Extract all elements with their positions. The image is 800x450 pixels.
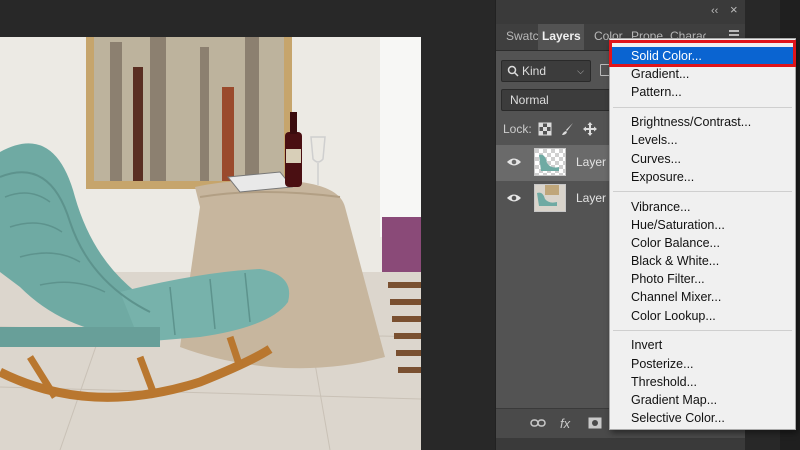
menu-item-color-lookup[interactable]: Color Lookup...	[610, 307, 795, 325]
eye-visibility-icon[interactable]	[506, 192, 522, 204]
filter-kind-dropdown[interactable]: Kind ⌵	[501, 60, 591, 82]
menu-separator	[613, 107, 792, 108]
blend-mode-value: Normal	[510, 93, 549, 107]
tab-layers[interactable]: Layers	[538, 24, 584, 50]
menu-item-posterize[interactable]: Posterize...	[610, 355, 795, 373]
menu-item-solid-color[interactable]: Solid Color...	[610, 47, 795, 65]
layer-thumbnail	[534, 148, 566, 176]
menu-item-gradient-map[interactable]: Gradient Map...	[610, 391, 795, 409]
filter-kind-label: Kind	[522, 64, 547, 78]
menu-item-selective-color[interactable]: Selective Color...	[610, 409, 795, 427]
lock-pixels-brush-icon[interactable]	[561, 122, 575, 136]
link-layers-icon[interactable]	[530, 418, 546, 428]
menu-item-invert[interactable]: Invert	[610, 336, 795, 354]
menu-item-hue-saturation[interactable]: Hue/Saturation...	[610, 216, 795, 234]
menu-item-threshold[interactable]: Threshold...	[610, 373, 795, 391]
tab-swatches[interactable]: Swatc	[502, 24, 538, 50]
collapse-panel-icon[interactable]: ‹‹	[711, 5, 718, 17]
close-panel-icon[interactable]: ×	[730, 3, 738, 16]
menu-item-pattern[interactable]: Pattern...	[610, 83, 795, 101]
menu-item-vibrance[interactable]: Vibrance...	[610, 198, 795, 216]
layer-thumbnail	[534, 184, 566, 212]
canvas-photo	[0, 37, 421, 450]
adjustment-layer-menu: Solid Color... Gradient... Pattern... Br…	[609, 38, 796, 430]
lock-transparency-icon[interactable]	[538, 122, 552, 136]
menu-item-curves[interactable]: Curves...	[610, 150, 795, 168]
eye-visibility-icon[interactable]	[506, 156, 522, 168]
panel-title-bar: ‹‹ ×	[496, 0, 745, 24]
blend-mode-dropdown[interactable]: Normal	[501, 89, 613, 111]
document-canvas[interactable]	[0, 0, 495, 450]
menu-item-channel-mixer[interactable]: Channel Mixer...	[610, 288, 795, 306]
menu-item-color-balance[interactable]: Color Balance...	[610, 234, 795, 252]
lock-label: Lock:	[503, 122, 532, 136]
menu-item-levels[interactable]: Levels...	[610, 131, 795, 149]
menu-item-brightness-contrast[interactable]: Brightness/Contrast...	[610, 113, 795, 131]
menu-item-exposure[interactable]: Exposure...	[610, 168, 795, 186]
menu-item-gradient[interactable]: Gradient...	[610, 65, 795, 83]
fx-icon[interactable]: fx	[560, 416, 570, 431]
lock-position-move-icon[interactable]	[583, 122, 597, 136]
search-icon	[507, 65, 519, 77]
menu-separator	[613, 330, 792, 331]
chevron-down-icon: ⌵	[577, 66, 584, 76]
menu-item-photo-filter[interactable]: Photo Filter...	[610, 270, 795, 288]
menu-separator	[613, 191, 792, 192]
add-mask-icon[interactable]	[588, 417, 602, 429]
menu-item-black-white[interactable]: Black & White...	[610, 252, 795, 270]
panel-footer	[496, 438, 745, 450]
